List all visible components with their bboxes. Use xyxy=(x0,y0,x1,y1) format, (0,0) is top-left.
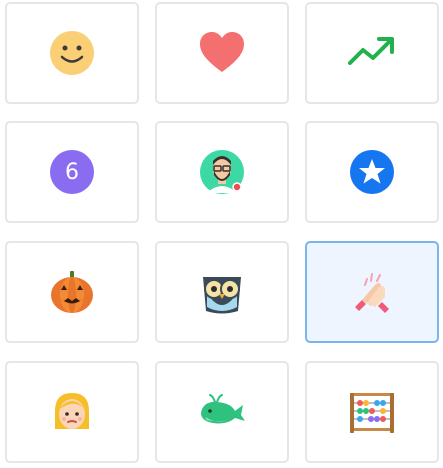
smile-icon xyxy=(47,28,97,78)
tile-abacus[interactable] xyxy=(305,361,439,463)
trending-up-icon xyxy=(347,28,397,78)
tile-trending-up[interactable] xyxy=(305,2,439,104)
tile-smile[interactable] xyxy=(5,2,139,104)
girl-face-icon xyxy=(47,387,97,437)
tile-clapping-hands[interactable] xyxy=(305,241,439,343)
clapping-hands-icon xyxy=(347,267,397,317)
abacus-icon xyxy=(347,387,397,437)
number-badge-value: 6 xyxy=(65,159,79,185)
whale-icon xyxy=(197,387,247,437)
owl-icon xyxy=(197,267,247,317)
tile-number-badge[interactable]: 6 xyxy=(5,121,139,223)
tile-star-badge[interactable] xyxy=(305,121,439,223)
pumpkin-icon xyxy=(47,267,97,317)
number-badge-icon: 6 xyxy=(47,147,97,197)
icon-picker-grid: 6 xyxy=(0,0,443,468)
tile-pumpkin[interactable] xyxy=(5,241,139,343)
tile-avatar[interactable] xyxy=(155,121,289,223)
avatar-icon xyxy=(197,147,247,197)
tile-whale[interactable] xyxy=(155,361,289,463)
tile-owl[interactable] xyxy=(155,241,289,343)
tile-heart[interactable] xyxy=(155,2,289,104)
tile-girl-face[interactable] xyxy=(5,361,139,463)
star-badge-icon xyxy=(347,147,397,197)
heart-icon xyxy=(197,28,247,78)
